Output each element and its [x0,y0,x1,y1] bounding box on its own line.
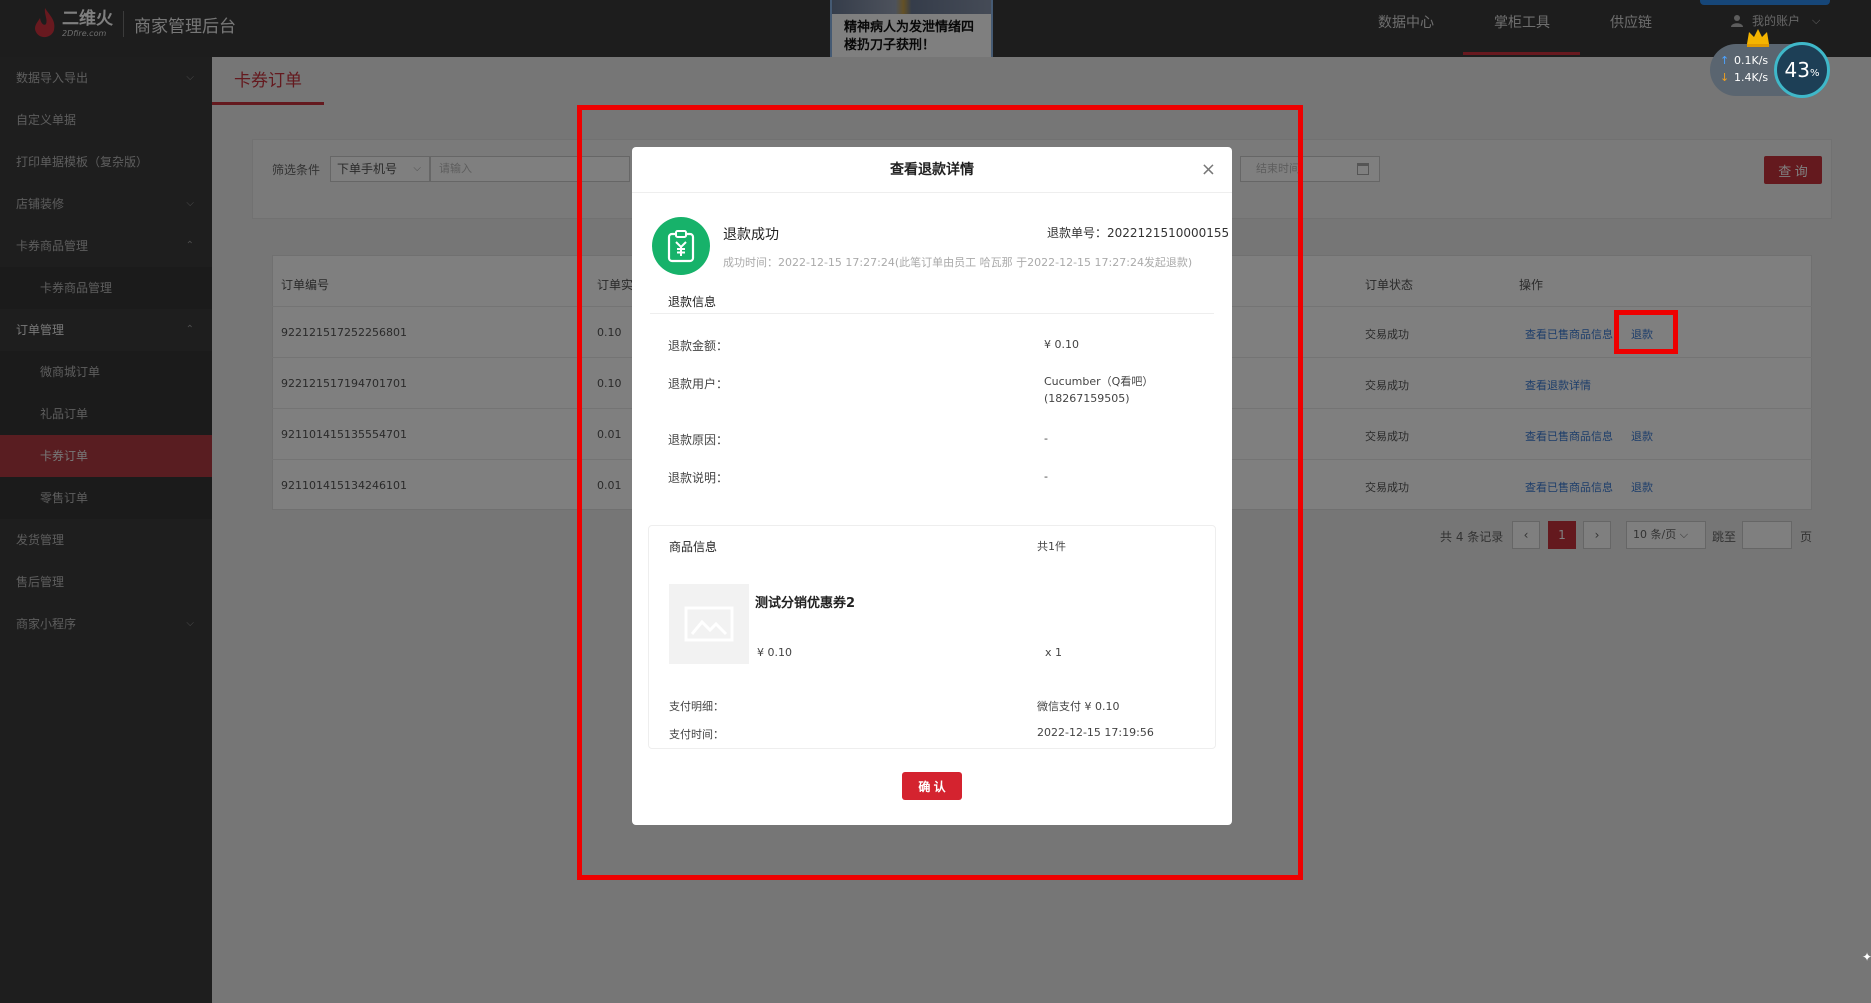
memory-usage-circle: 43% [1774,42,1830,98]
vip-crown-icon [1747,29,1769,47]
annotation-highlight-refund-link [1614,310,1678,354]
download-speed: 1.4K/s [1734,71,1769,84]
network-speed-widget[interactable]: ↑ 0.1K/s ↓ 1.4K/s 43% [1710,42,1830,98]
upload-speed: 0.1K/s [1734,54,1769,67]
arrow-up-icon: ↑ [1720,54,1730,67]
annotation-highlight-modal [577,105,1303,880]
arrow-down-icon: ↓ [1720,71,1730,84]
sparkle-icon: ✦ [1862,950,1871,964]
